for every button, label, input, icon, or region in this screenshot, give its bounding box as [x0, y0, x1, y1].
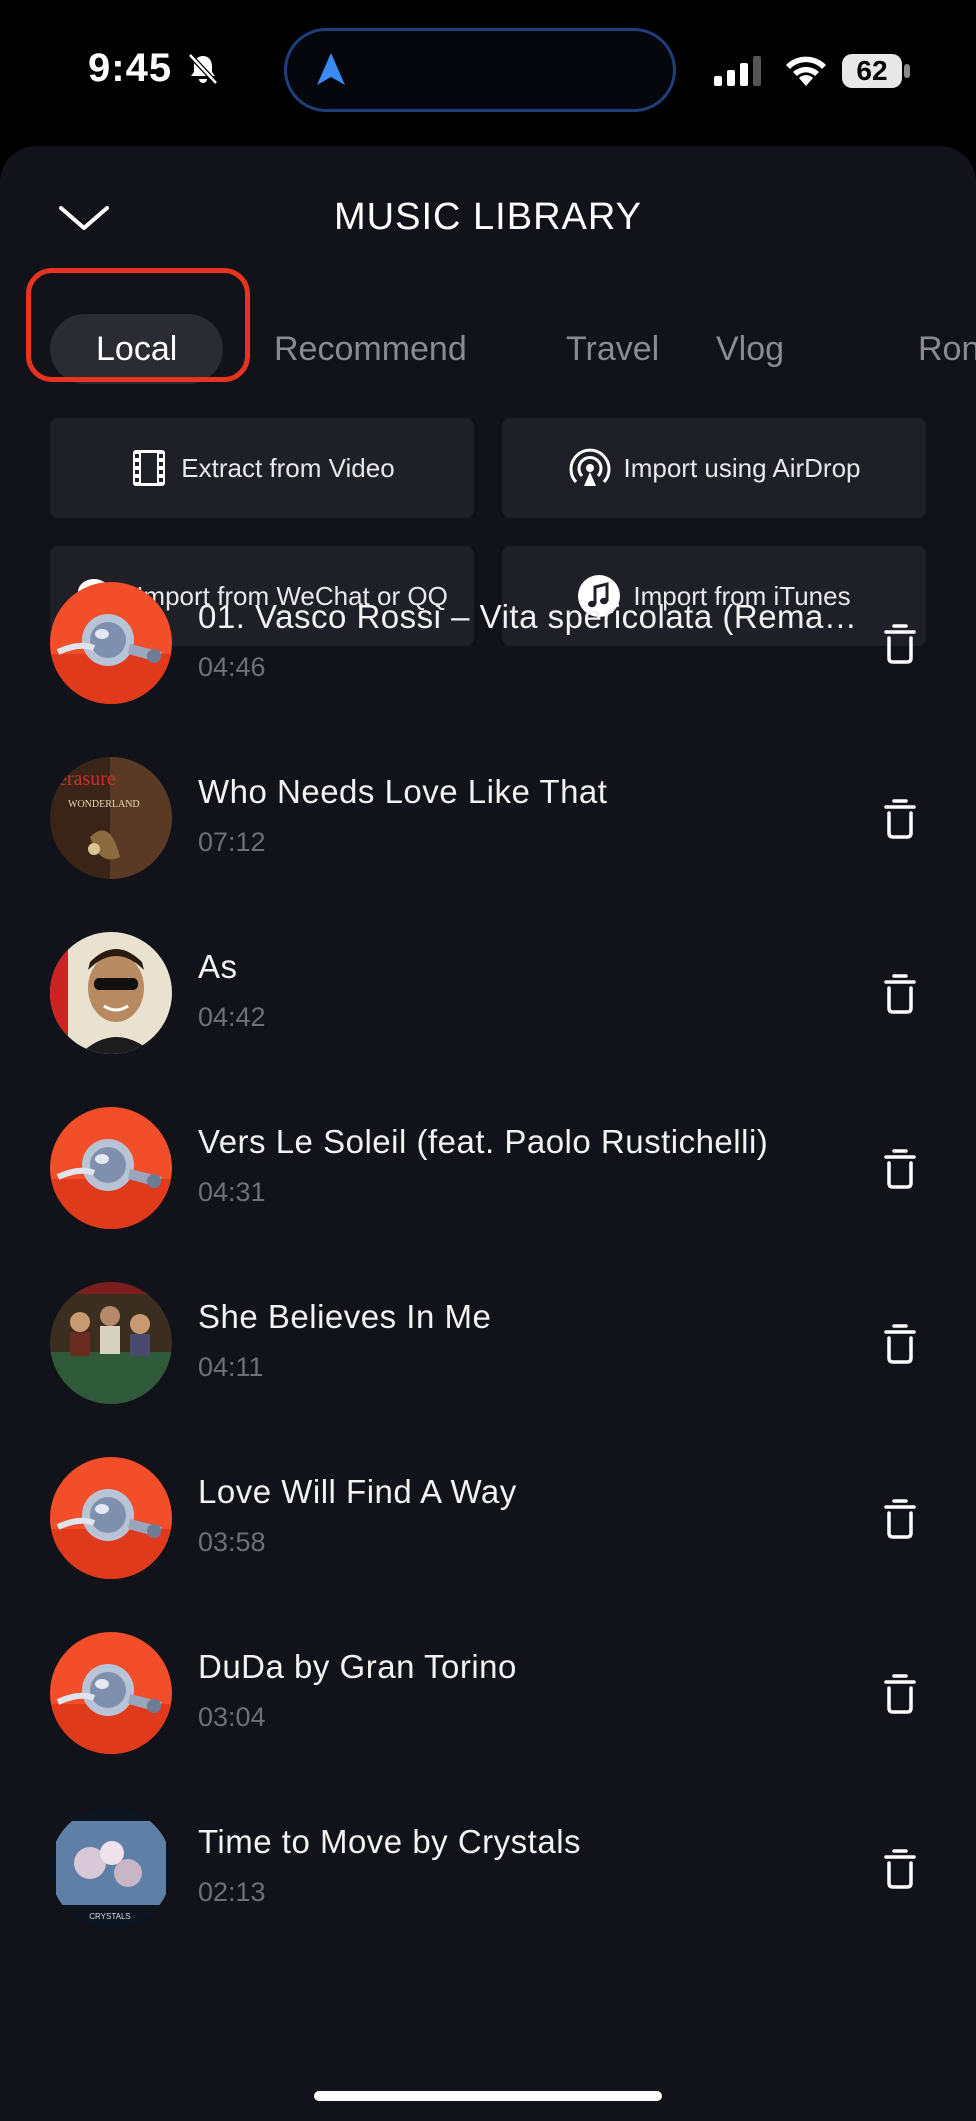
music-library-sheet: MUSIC LIBRARY Local Recommend Travel Vlo…: [0, 146, 976, 2121]
tab-travel[interactable]: Travel: [566, 314, 659, 384]
album-art: CRYSTALS: [50, 1807, 172, 1929]
art-text: CRYSTALS: [89, 1912, 131, 1921]
track-title: Love Will Find A Way: [198, 1473, 517, 1510]
home-indicator[interactable]: [314, 2091, 662, 2101]
track-duration: 04:42: [198, 1002, 266, 1032]
tab-recommend[interactable]: Recommend: [274, 314, 467, 384]
battery-tip: [904, 64, 910, 78]
album-art: [50, 582, 172, 704]
track-title: Vers Le Soleil (feat. Paolo Rustichelli): [198, 1123, 769, 1160]
page-title: MUSIC LIBRARY: [334, 196, 642, 238]
status-time: 9:45: [88, 46, 173, 90]
track-row[interactable]: 01. Vasco Rossi – Vita spericolata (Rema…: [0, 582, 976, 742]
album-art: [50, 1632, 172, 1754]
album-art: [50, 1282, 172, 1404]
import-airdrop-button[interactable]: Import using AirDrop: [502, 418, 926, 518]
trash-icon[interactable]: [878, 797, 922, 841]
navigation-arrow-icon: [317, 53, 345, 85]
status-bar: 9:45 62: [0, 0, 976, 140]
album-art: erasure WONDERLAND: [50, 757, 172, 879]
trash-icon[interactable]: [878, 1672, 922, 1716]
track-title: DuDa by Gran Torino: [198, 1648, 517, 1685]
track-duration: 04:11: [198, 1352, 264, 1382]
extract-from-video-button[interactable]: Extract from Video: [50, 418, 474, 518]
track-title: Who Needs Love Like That: [198, 773, 608, 810]
album-art: [50, 1107, 172, 1229]
film-icon: [133, 450, 166, 486]
trash-icon[interactable]: [878, 1147, 922, 1191]
tab-partial[interactable]: Ron: [918, 314, 976, 384]
track-row[interactable]: She Believes In Me 04:11: [0, 1282, 976, 1442]
track-row[interactable]: As 04:42: [0, 932, 976, 1092]
battery-indicator: 62: [842, 54, 902, 88]
track-row[interactable]: DuDa by Gran Torino 03:04: [0, 1632, 976, 1792]
album-art: [50, 932, 172, 1054]
trash-icon[interactable]: [878, 972, 922, 1016]
track-title: She Believes In Me: [198, 1298, 492, 1335]
art-text: erasure: [58, 768, 116, 790]
wifi-icon: [786, 56, 826, 86]
cellular-signal-icon: [714, 56, 761, 86]
track-row[interactable]: erasure WONDERLAND Who Needs Love Like Tha…: [0, 757, 976, 917]
track-duration: 07:12: [198, 827, 266, 857]
album-art: [50, 1457, 172, 1579]
trash-icon[interactable]: [878, 622, 922, 666]
tab-highlight-annotation: [26, 268, 250, 382]
track-title: 01. Vasco Rossi – Vita spericolata (Rema…: [198, 598, 858, 635]
track-duration: 04:31: [198, 1177, 266, 1207]
trash-icon[interactable]: [878, 1847, 922, 1891]
airdrop-icon: [569, 448, 610, 486]
import-airdrop-label: Import using AirDrop: [623, 452, 861, 483]
bell-muted-icon: [188, 53, 218, 85]
dynamic-island[interactable]: [284, 28, 676, 112]
track-title: As: [198, 948, 238, 985]
art-text: WONDERLAND: [68, 799, 140, 810]
track-row[interactable]: Love Will Find A Way 03:58: [0, 1457, 976, 1617]
track-duration: 03:58: [198, 1527, 266, 1557]
extract-from-video-label: Extract from Video: [181, 452, 395, 483]
track-row[interactable]: CRYSTALS Time to Move by Crystals 02:13: [0, 1807, 976, 1967]
track-row[interactable]: Vers Le Soleil (feat. Paolo Rustichelli)…: [0, 1107, 976, 1267]
track-duration: 03:04: [198, 1702, 266, 1732]
track-duration: 02:13: [198, 1877, 266, 1907]
track-title: Time to Move by Crystals: [198, 1823, 582, 1860]
trash-icon[interactable]: [878, 1497, 922, 1541]
tab-vlog[interactable]: Vlog: [716, 314, 784, 384]
trash-icon[interactable]: [878, 1322, 922, 1366]
track-duration: 04:46: [198, 652, 266, 682]
